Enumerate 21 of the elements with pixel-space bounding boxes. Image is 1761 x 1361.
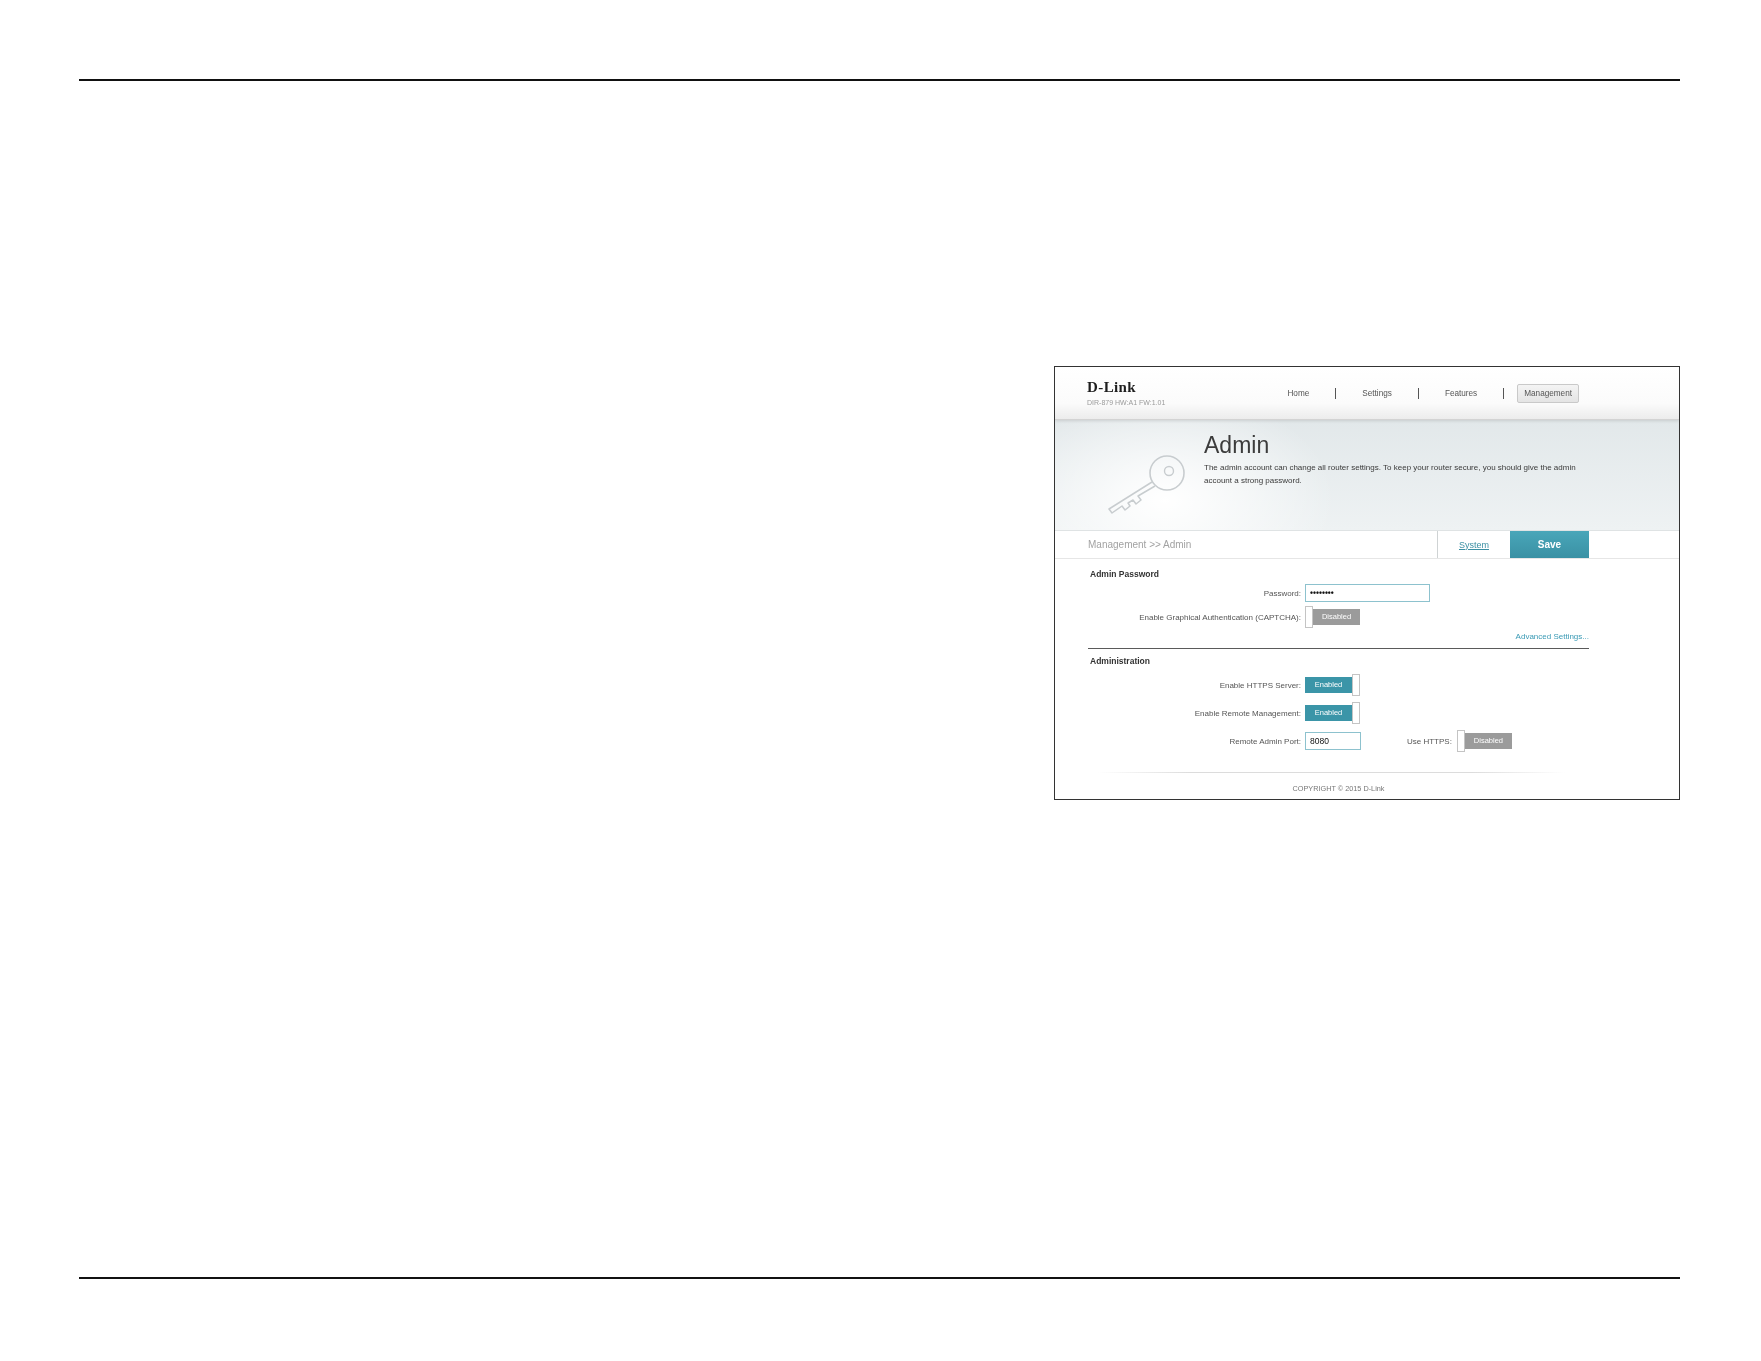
field-label: Remote Admin Port: [1228,736,1301,746]
breadcrumb-text: Management >> Admin [1087,539,1192,550]
logo-text: D-Link [1087,379,1138,395]
port-field[interactable]: 8080 [1305,732,1361,750]
field-label: Enable Remote Management: [1193,708,1301,718]
password-field[interactable]: •••••••• [1305,584,1430,602]
banner-title: Admin [1204,432,1271,459]
field-label: Use HTTPS: [1407,736,1452,746]
nav-tab[interactable]: Home [1284,383,1313,403]
field-label: Password: [1262,588,1301,598]
nav-tab[interactable]: Settings [1359,383,1395,403]
key-icon [1107,454,1187,514]
field-label: Enable HTTPS Server: [1218,680,1301,690]
banner-description: The admin account can change all router settings. To keep your router secure, you should give the admin account a strong password. [1204,462,1577,487]
advanced-settings-link[interactable]: Advanced Settings... [1515,631,1589,643]
nav-tab[interactable]: Features [1441,383,1481,403]
field-label: Enable Graphical Authentication (CAPTCHA): [1138,612,1301,622]
section-title: Admin Password [1089,568,1160,580]
nav-tab[interactable]: Management [1517,383,1579,403]
section-title: Administration [1089,655,1151,667]
save-button[interactable]: Save [1510,531,1589,558]
